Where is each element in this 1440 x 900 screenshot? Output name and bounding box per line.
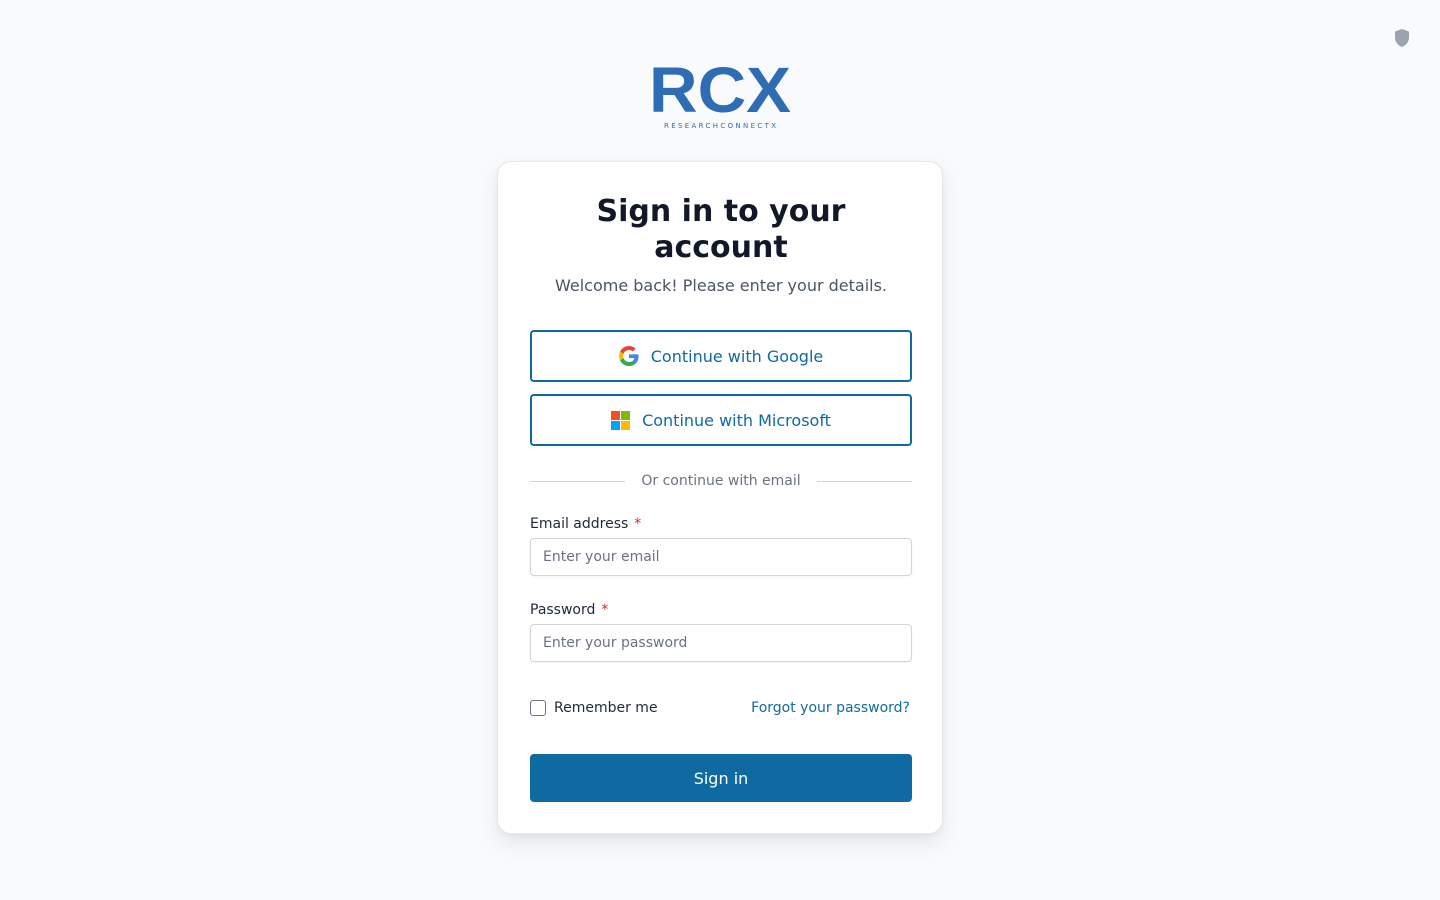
email-label: Email address * (530, 516, 641, 532)
remember-checkbox[interactable] (530, 700, 546, 716)
divider-text: Or continue with email (641, 473, 801, 489)
logo: RCX RESEARCHCONNECTX (648, 54, 792, 132)
email-field[interactable] (530, 538, 912, 576)
page-title: Sign in to your account (596, 194, 846, 265)
google-icon (618, 346, 639, 366)
signin-card: Sign in to your account Welcome back! Pl… (497, 161, 943, 834)
microsoft-button-label: Continue with Microsoft (642, 410, 831, 430)
divider-line (530, 480, 626, 482)
page-subtitle: Welcome back! Please enter your details. (554, 276, 888, 295)
svg-text:RESEARCHCONNECTX: RESEARCHCONNECTX (664, 122, 776, 130)
microsoft-signin-button[interactable]: Continue with Microsoft (530, 394, 912, 446)
divider-line (816, 480, 912, 482)
google-button-label: Continue with Google (650, 346, 824, 366)
email-label-text: Email address (530, 516, 629, 532)
required-marker: * (601, 602, 609, 618)
email-divider: Or continue with email (530, 471, 912, 491)
password-label: Password * (530, 602, 608, 618)
remember-me[interactable]: Remember me (530, 699, 658, 717)
password-field[interactable] (530, 624, 912, 662)
svg-text:RCX: RCX (649, 62, 791, 126)
google-signin-button[interactable]: Continue with Google (530, 330, 912, 382)
password-label-text: Password (530, 602, 596, 618)
microsoft-icon (611, 410, 631, 430)
remember-label: Remember me (554, 700, 658, 716)
signin-button[interactable]: Sign in (530, 754, 912, 802)
shield-icon[interactable] (1393, 28, 1411, 48)
required-marker: * (634, 516, 642, 532)
forgot-password-link[interactable]: Forgot your password? (751, 700, 910, 716)
